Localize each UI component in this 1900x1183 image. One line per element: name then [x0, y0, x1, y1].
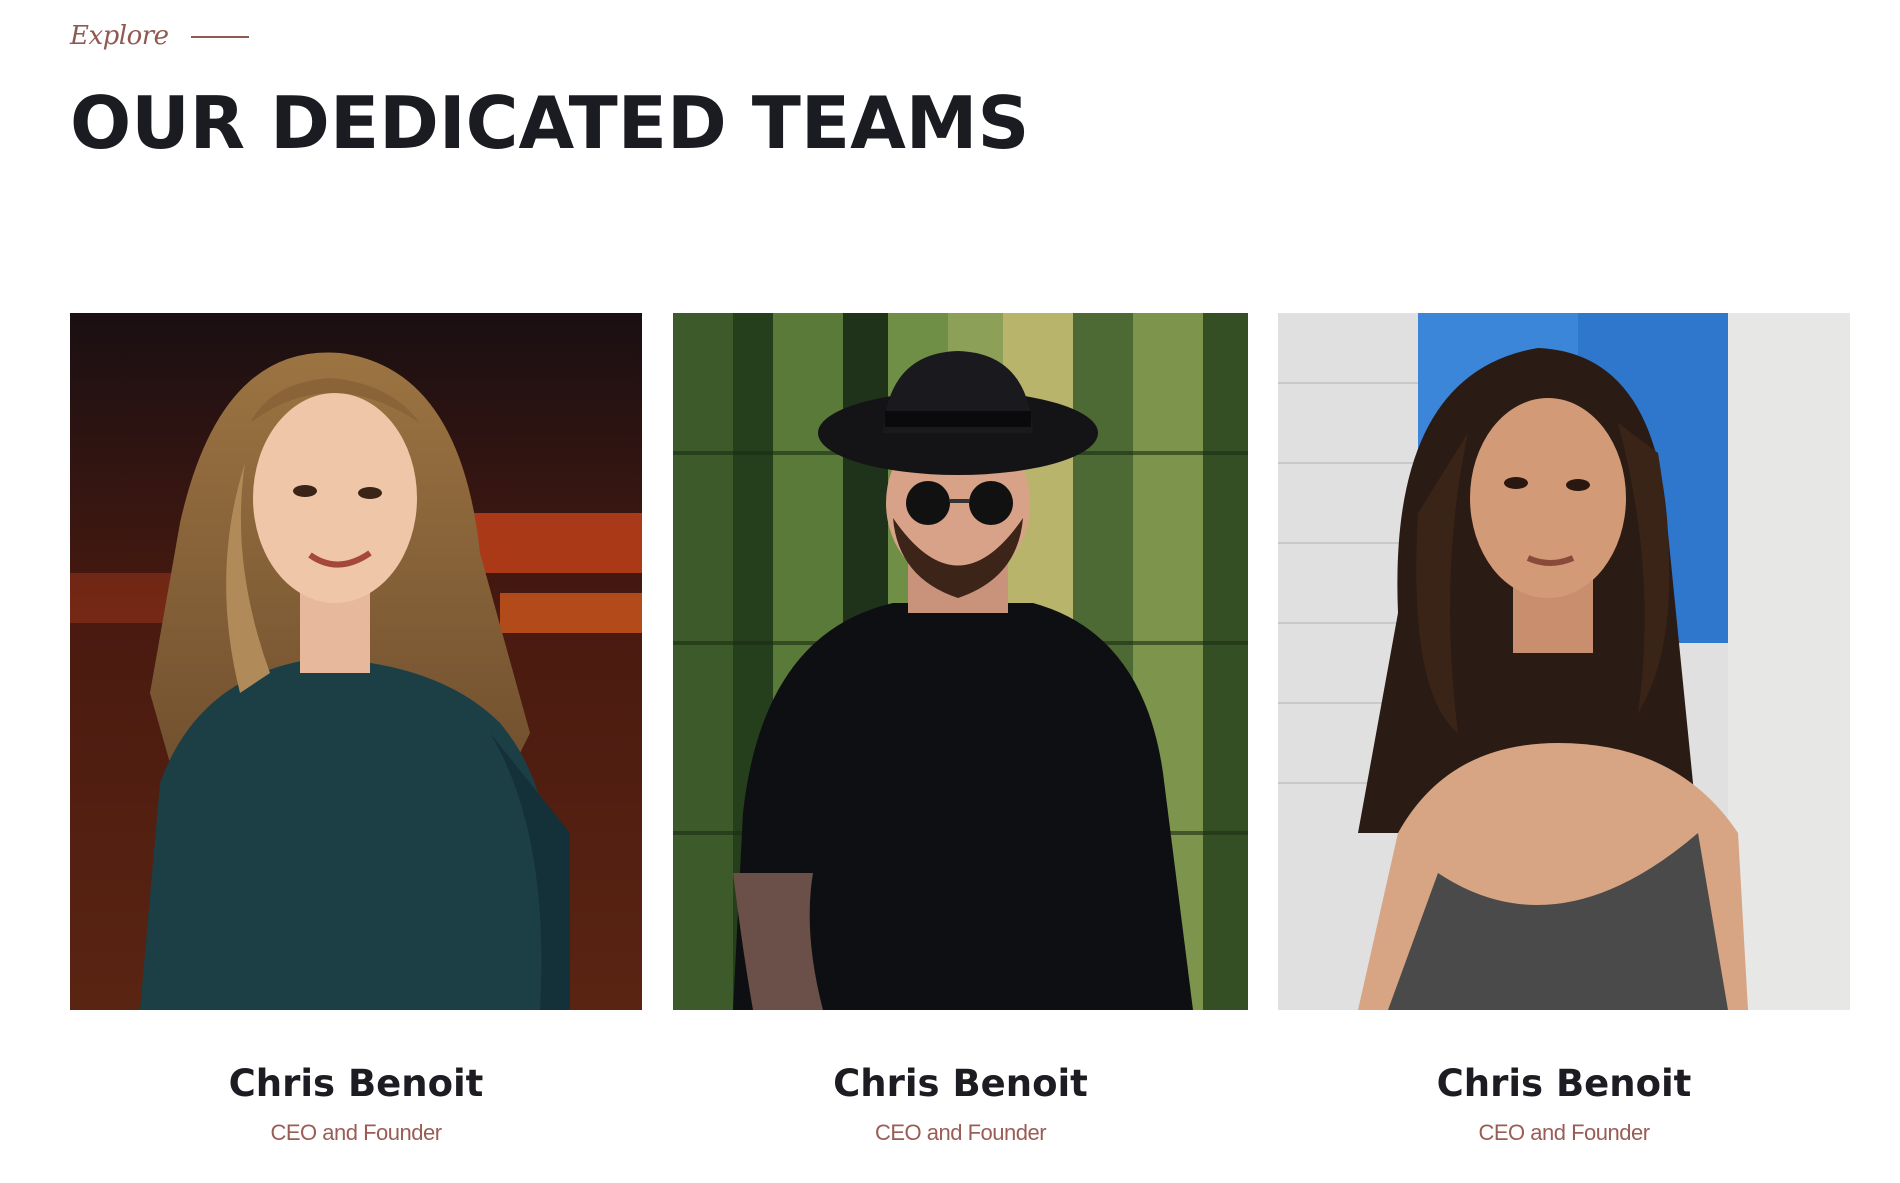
team-member-role: CEO and Founder	[874, 1120, 1047, 1145]
team-member-photo[interactable]	[1278, 313, 1850, 1010]
team-member-photo[interactable]	[70, 313, 642, 1010]
team-member-name: Chris Benoit	[833, 1062, 1088, 1105]
team-card[interactable]: Chris Benoit CEO and Founder	[1278, 313, 1850, 1146]
photo-woman-smiling	[70, 313, 642, 1010]
team-section: Explore OUR DEDICATED TEAMS Chris Benoit…	[0, 0, 1900, 1183]
photo-man-hat	[673, 313, 1248, 1010]
photo-woman-gray-top	[1278, 313, 1850, 1010]
eyebrow: Explore	[70, 16, 249, 56]
team-member-role: CEO and Founder	[1478, 1120, 1650, 1145]
team-member-photo[interactable]	[673, 313, 1248, 1010]
team-member-name: Chris Benoit	[228, 1062, 484, 1105]
team-card[interactable]: Chris Benoit CEO and Founder	[673, 313, 1248, 1146]
team-member-name: Chris Benoit	[1436, 1062, 1692, 1105]
eyebrow-label: Explore	[70, 21, 169, 51]
section-title: OUR DEDICATED TEAMS	[70, 81, 1030, 165]
eyebrow-divider	[190, 36, 249, 38]
team-member-role: CEO and Founder	[270, 1120, 442, 1145]
team-card[interactable]: Chris Benoit CEO and Founder	[70, 313, 642, 1146]
